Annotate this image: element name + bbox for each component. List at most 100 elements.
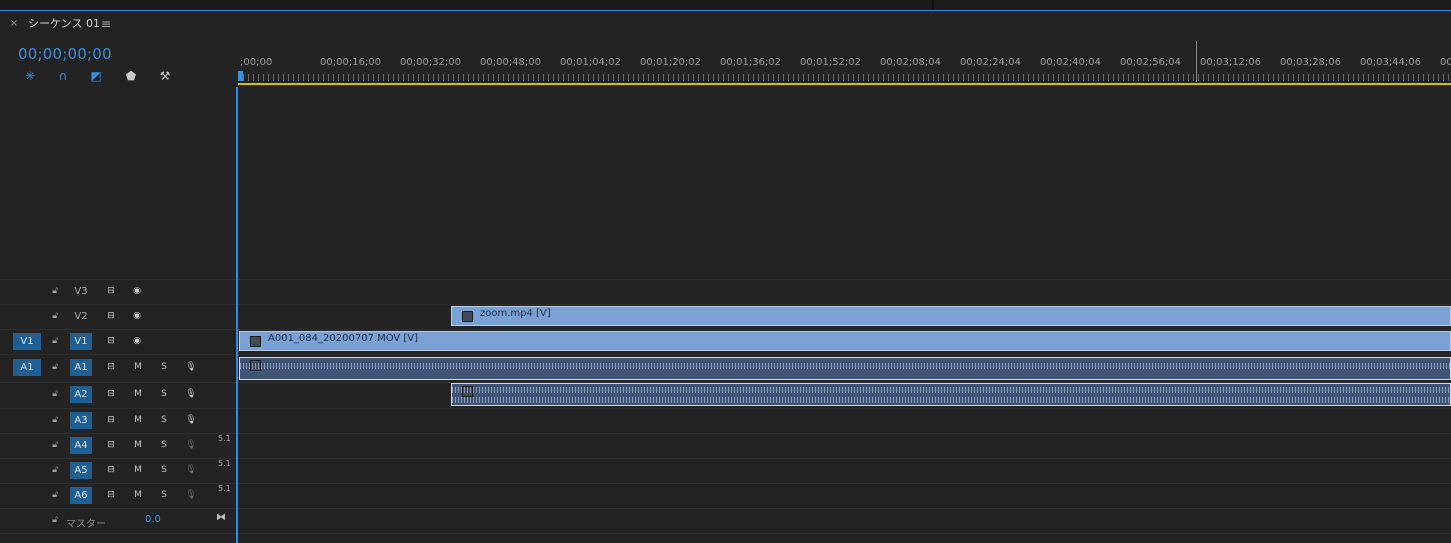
- track-name-a6[interactable]: A6: [70, 487, 92, 504]
- source-patch-v1[interactable]: V1: [13, 333, 41, 350]
- nest-icon[interactable]: ✳: [22, 68, 38, 84]
- work-area-bar[interactable]: [238, 83, 1451, 85]
- track-header-a1: A1 🔓︎ A1 ⊟ M S 🎙︎: [0, 355, 237, 380]
- panel-menu-icon[interactable]: ≡: [101, 18, 113, 30]
- clip-zoom-video[interactable]: zoom.mp4 [V]: [451, 306, 1451, 326]
- track-header-a2: 🔓︎ A2 ⊟ M S 🎙︎: [0, 382, 237, 407]
- sync-lock-icon[interactable]: ⊟: [104, 285, 118, 297]
- fx-badge-icon: [250, 336, 261, 347]
- playhead-handle[interactable]: [238, 71, 243, 81]
- microphone-icon[interactable]: 🎙︎: [184, 361, 198, 373]
- track-name-a4[interactable]: A4: [70, 437, 92, 454]
- track-name-a3[interactable]: A3: [70, 412, 92, 429]
- ruler-tick-label: 00;02;24;04: [960, 57, 1022, 68]
- ruler-tick-label: 00;02;08;04: [880, 57, 942, 68]
- solo-button[interactable]: S: [157, 388, 171, 400]
- ruler-cursor-line: [1196, 41, 1197, 82]
- master-volume-value[interactable]: 0.0: [145, 514, 161, 525]
- sequence-tab-title[interactable]: シーケンス 01: [28, 18, 100, 30]
- sync-lock-icon[interactable]: ⊟: [104, 414, 118, 426]
- microphone-icon[interactable]: 🎙︎: [184, 414, 198, 426]
- track-name-v1[interactable]: V1: [70, 333, 92, 350]
- sync-lock-icon[interactable]: ⊟: [104, 489, 118, 501]
- sync-lock-icon[interactable]: ⊟: [104, 464, 118, 476]
- solo-button[interactable]: S: [157, 464, 171, 476]
- microphone-icon[interactable]: 🎙︎: [184, 464, 198, 476]
- track-header-master: 🔓︎ マスター 0.0 ⧓: [0, 508, 237, 533]
- track-row-v1: V1 🔓︎ V1 ⊟ ◉ A001_084_20200707.MOV [V]: [0, 329, 1451, 355]
- sync-lock-icon[interactable]: ⊟: [104, 310, 118, 322]
- panel-separator: [932, 0, 934, 10]
- master-label: マスター: [66, 519, 106, 530]
- lock-icon[interactable]: 🔓︎: [50, 514, 60, 526]
- track-row-v2: 🔓︎ V2 ⊟ ◉ zoom.mp4 [V]: [0, 304, 1451, 330]
- linked-selection-icon[interactable]: ◩: [88, 68, 104, 84]
- ruler-tick-label: 00;03;12;06: [1200, 57, 1262, 68]
- mute-button[interactable]: M: [131, 388, 145, 400]
- lock-icon[interactable]: 🔓︎: [50, 310, 60, 322]
- clip-zoom-audio[interactable]: [451, 383, 1451, 406]
- ruler-tick-label: ;00;00: [240, 57, 273, 68]
- track-header-a3: 🔓︎ A3 ⊟ M S 🎙︎: [0, 408, 237, 433]
- sync-lock-icon[interactable]: ⊟: [104, 361, 118, 373]
- lock-icon[interactable]: 🔓︎: [50, 439, 60, 451]
- microphone-icon[interactable]: 🎙︎: [184, 489, 198, 501]
- close-tab-icon[interactable]: ×: [8, 18, 20, 30]
- track-header-a4: 🔓︎ A4 ⊟ M S 🎙︎ 5.1: [0, 433, 237, 458]
- add-marker-icon[interactable]: ⬟: [123, 68, 139, 84]
- top-panel-strip: [0, 0, 1451, 10]
- go-to-edit-icon[interactable]: ⧓: [216, 512, 226, 523]
- track-row-master: 🔓︎ マスター 0.0 ⧓: [0, 508, 1451, 534]
- sync-lock-icon[interactable]: ⊟: [104, 335, 118, 347]
- lock-icon[interactable]: 🔓︎: [50, 489, 60, 501]
- playhead-timecode[interactable]: 00;00;00;00: [18, 45, 112, 63]
- track-row-a6: 🔓︎ A6 ⊟ M S 🎙︎ 5.1: [0, 483, 1451, 509]
- eye-icon[interactable]: ◉: [130, 285, 144, 297]
- track-name-a1[interactable]: A1: [70, 359, 92, 376]
- ruler-tick-label: 00;01;52;02: [800, 57, 862, 68]
- track-name-a5[interactable]: A5: [70, 462, 92, 479]
- lock-icon[interactable]: 🔓︎: [50, 414, 60, 426]
- microphone-icon[interactable]: 🎙︎: [184, 439, 198, 451]
- lock-icon[interactable]: 🔓︎: [50, 335, 60, 347]
- sync-lock-icon[interactable]: ⊟: [104, 388, 118, 400]
- clip-a001-video[interactable]: A001_084_20200707.MOV [V]: [239, 331, 1451, 351]
- source-patch-a1[interactable]: A1: [13, 359, 41, 376]
- ruler-tick-label: 00;01;20;02: [640, 57, 702, 68]
- snap-magnet-icon[interactable]: ∩: [55, 68, 71, 84]
- mute-button[interactable]: M: [131, 464, 145, 476]
- track-header-a5: 🔓︎ A5 ⊟ M S 🎙︎ 5.1: [0, 458, 237, 483]
- clip-label: zoom.mp4 [V]: [480, 308, 551, 319]
- lock-icon[interactable]: 🔓︎: [50, 388, 60, 400]
- ruler-tick-label: 00;00;48;00: [480, 57, 542, 68]
- channel-format-label: 5.1: [218, 484, 231, 493]
- track-header-v3: 🔓︎ V3 ⊟ ◉: [0, 279, 237, 304]
- lock-icon[interactable]: 🔓︎: [50, 285, 60, 297]
- ruler-tick-label: 00;03;44;06: [1360, 57, 1422, 68]
- solo-button[interactable]: S: [157, 361, 171, 373]
- settings-wrench-icon[interactable]: ⚒: [157, 68, 173, 84]
- ruler-tick-label: 00;02;56;04: [1120, 57, 1182, 68]
- track-name-v2[interactable]: V2: [70, 308, 92, 325]
- track-name-v3[interactable]: V3: [70, 283, 92, 300]
- eye-icon[interactable]: ◉: [130, 310, 144, 322]
- mute-button[interactable]: M: [131, 489, 145, 501]
- eye-icon[interactable]: ◉: [130, 335, 144, 347]
- track-name-a2[interactable]: A2: [70, 386, 92, 403]
- clip-a001-audio[interactable]: [239, 357, 1451, 380]
- sync-lock-icon[interactable]: ⊟: [104, 439, 118, 451]
- solo-button[interactable]: S: [157, 489, 171, 501]
- track-header-v1: V1 🔓︎ V1 ⊟ ◉: [0, 329, 237, 354]
- lock-icon[interactable]: 🔓︎: [50, 361, 60, 373]
- clip-label: A001_084_20200707.MOV [V]: [268, 333, 419, 344]
- mute-button[interactable]: M: [131, 439, 145, 451]
- mute-button[interactable]: M: [131, 414, 145, 426]
- lock-icon[interactable]: 🔓︎: [50, 464, 60, 476]
- solo-button[interactable]: S: [157, 439, 171, 451]
- track-row-a4: 🔓︎ A4 ⊟ M S 🎙︎ 5.1: [0, 433, 1451, 459]
- microphone-icon[interactable]: 🎙︎: [184, 388, 198, 400]
- mute-button[interactable]: M: [131, 361, 145, 373]
- time-ruler[interactable]: ;00;00 00;00;16;00 00;00;32;00 00;00;48;00 0…: [238, 47, 1451, 83]
- solo-button[interactable]: S: [157, 414, 171, 426]
- track-header-v2: 🔓︎ V2 ⊟ ◉: [0, 304, 237, 329]
